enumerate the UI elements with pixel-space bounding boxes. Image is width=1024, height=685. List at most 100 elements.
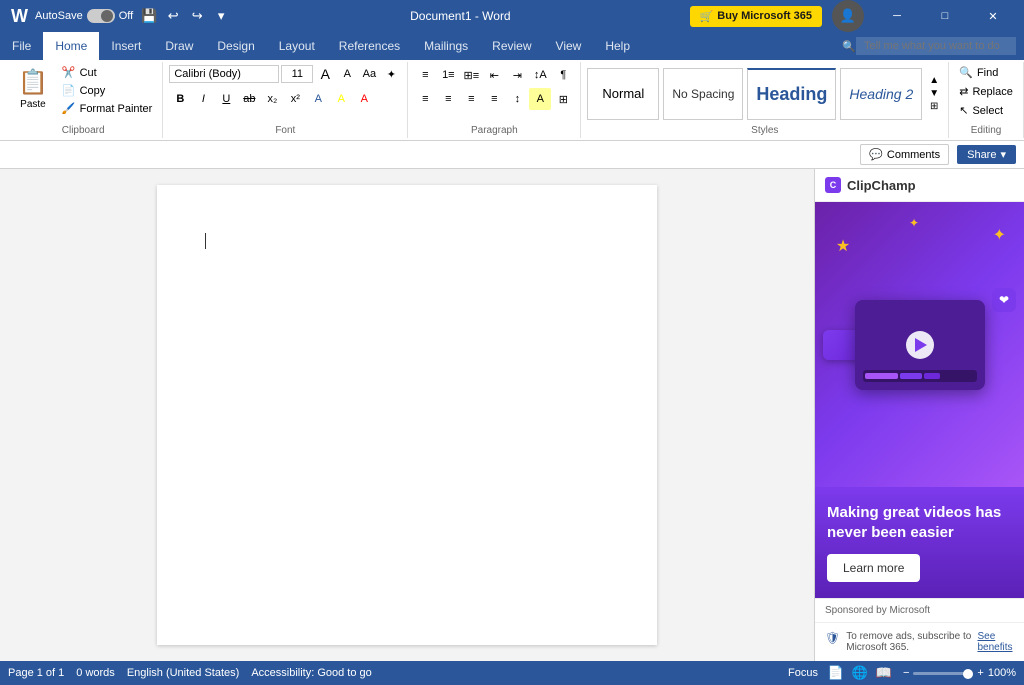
page-info[interactable]: Page 1 of 1: [8, 667, 64, 679]
side-panel: C ClipChamp ★ ✦ ★ ✦: [814, 169, 1024, 661]
autosave-area: W AutoSave Off: [8, 6, 133, 27]
bold-button[interactable]: B: [169, 88, 191, 110]
copy-button[interactable]: 📄Copy: [58, 82, 156, 99]
tab-review[interactable]: Review: [480, 32, 543, 60]
paste-button[interactable]: 📋 Paste: [10, 64, 56, 114]
styles-scroll-down[interactable]: ▼: [926, 88, 942, 99]
zoom-in-button[interactable]: +: [977, 667, 983, 679]
superscript-button[interactable]: x²: [284, 88, 306, 110]
toggle-thumb: [101, 10, 113, 22]
show-marks-button[interactable]: ¶: [552, 64, 574, 86]
font-group-content: A A Aa ✦ B I U ab x₂ x² A A A: [169, 64, 401, 123]
buy-microsoft-button[interactable]: 🛒 Buy Microsoft 365: [690, 6, 822, 27]
font-color-button[interactable]: A: [353, 88, 375, 110]
tab-draw[interactable]: Draw: [153, 32, 205, 60]
clear-formatting-button[interactable]: ✦: [381, 64, 401, 84]
ribbon-content: 📋 Paste ✂️Cut 📄Copy 🖌️Format Painter Cli…: [0, 60, 1024, 140]
editing-label: Editing: [955, 123, 1017, 136]
change-case-button[interactable]: Aa: [359, 64, 379, 84]
styles-scroll-up[interactable]: ▲: [926, 75, 942, 86]
paragraph-label: Paragraph: [414, 123, 574, 136]
title-bar-right: 🛒 Buy Microsoft 365 👤 ─ □ ✕: [690, 0, 1016, 32]
cut-button[interactable]: ✂️Cut: [58, 64, 156, 81]
zoom-level[interactable]: 100%: [988, 667, 1016, 679]
styles-more[interactable]: ⊞: [926, 101, 942, 112]
document-page[interactable]: [157, 185, 657, 645]
align-center-button[interactable]: ≡: [437, 88, 459, 110]
replace-button[interactable]: ⇄ Replace: [955, 83, 1017, 100]
select-button[interactable]: ↖ Select: [955, 102, 1007, 119]
web-view-button[interactable]: 🌐: [849, 664, 871, 682]
find-button[interactable]: 🔍 Find: [955, 64, 1002, 81]
clipboard-label: Clipboard: [10, 123, 156, 136]
zoom-slider[interactable]: [913, 672, 973, 675]
play-button[interactable]: [906, 331, 934, 359]
style-heading2[interactable]: Heading 2: [840, 68, 922, 120]
tab-design[interactable]: Design: [205, 32, 266, 60]
accessibility-status[interactable]: Accessibility: Good to go: [251, 667, 371, 679]
see-benefits-link[interactable]: See benefits: [977, 631, 1014, 653]
para-row-2: ≡ ≡ ≡ ≡ ↕ A ⊞: [414, 88, 574, 110]
user-avatar[interactable]: 👤: [832, 0, 864, 32]
font-label: Font: [169, 123, 401, 136]
numbering-button[interactable]: 1≡: [437, 64, 459, 86]
text-effects-button[interactable]: A: [307, 88, 329, 110]
shading-button[interactable]: A: [529, 88, 551, 110]
read-mode-button[interactable]: 📖: [873, 664, 895, 682]
ad-cta-button[interactable]: Learn more: [827, 554, 920, 582]
format-painter-button[interactable]: 🖌️Format Painter: [58, 100, 156, 117]
subscript-button[interactable]: x₂: [261, 88, 283, 110]
align-right-button[interactable]: ≡: [460, 88, 482, 110]
bullets-button[interactable]: ≡: [414, 64, 436, 86]
line-spacing-button[interactable]: ↕: [506, 88, 528, 110]
select-icon: ↖: [959, 104, 968, 117]
restore-button[interactable]: □: [922, 0, 968, 32]
more-icon[interactable]: ▾: [211, 6, 231, 26]
font-size-input[interactable]: [281, 65, 313, 83]
tab-home[interactable]: Home: [43, 32, 99, 60]
tab-insert[interactable]: Insert: [99, 32, 153, 60]
sort-button[interactable]: ↕A: [529, 64, 551, 86]
style-no-spacing[interactable]: No Spacing: [663, 68, 743, 120]
tab-mailings[interactable]: Mailings: [412, 32, 480, 60]
tab-view[interactable]: View: [544, 32, 594, 60]
undo-icon[interactable]: ↩: [163, 6, 183, 26]
close-button[interactable]: ✕: [970, 0, 1016, 32]
align-left-button[interactable]: ≡: [414, 88, 436, 110]
multilevel-list-button[interactable]: ⊞≡: [460, 64, 482, 86]
para-row-1: ≡ 1≡ ⊞≡ ⇤ ⇥ ↕A ¶: [414, 64, 574, 86]
italic-button[interactable]: I: [192, 88, 214, 110]
strikethrough-button[interactable]: ab: [238, 88, 260, 110]
font-size-decrease-button[interactable]: A: [337, 64, 357, 84]
word-count[interactable]: 0 words: [76, 667, 115, 679]
comments-button[interactable]: 💬 Comments: [860, 144, 949, 165]
video-mockup: [855, 300, 985, 390]
title-bar-left: W AutoSave Off 💾 ↩ ↪ ▾: [8, 6, 231, 27]
increase-indent-button[interactable]: ⇥: [506, 64, 528, 86]
redo-icon[interactable]: ↪: [187, 6, 207, 26]
search-input[interactable]: [856, 37, 1016, 55]
tab-layout[interactable]: Layout: [267, 32, 327, 60]
zoom-out-button[interactable]: −: [903, 667, 909, 679]
text-highlight-button[interactable]: A: [330, 88, 352, 110]
decrease-indent-button[interactable]: ⇤: [483, 64, 505, 86]
justify-button[interactable]: ≡: [483, 88, 505, 110]
minimize-button[interactable]: ─: [874, 0, 920, 32]
save-icon[interactable]: 💾: [139, 6, 159, 26]
font-size-increase-button[interactable]: A: [315, 64, 335, 84]
focus-button[interactable]: Focus: [783, 664, 823, 682]
tab-file[interactable]: File: [0, 32, 43, 60]
print-layout-view-button[interactable]: 📄: [825, 664, 847, 682]
style-normal[interactable]: Normal: [587, 68, 659, 120]
autosave-toggle[interactable]: [87, 9, 115, 23]
underline-button[interactable]: U: [215, 88, 237, 110]
style-heading1[interactable]: Heading: [747, 68, 836, 120]
document-area[interactable]: [0, 169, 814, 661]
tab-references[interactable]: References: [327, 32, 412, 60]
autosave-state: Off: [119, 10, 133, 22]
font-family-input[interactable]: [169, 65, 279, 83]
share-button[interactable]: Share ▾: [957, 145, 1016, 164]
tab-help[interactable]: Help: [593, 32, 642, 60]
language[interactable]: English (United States): [127, 667, 240, 679]
borders-button[interactable]: ⊞: [552, 88, 574, 110]
